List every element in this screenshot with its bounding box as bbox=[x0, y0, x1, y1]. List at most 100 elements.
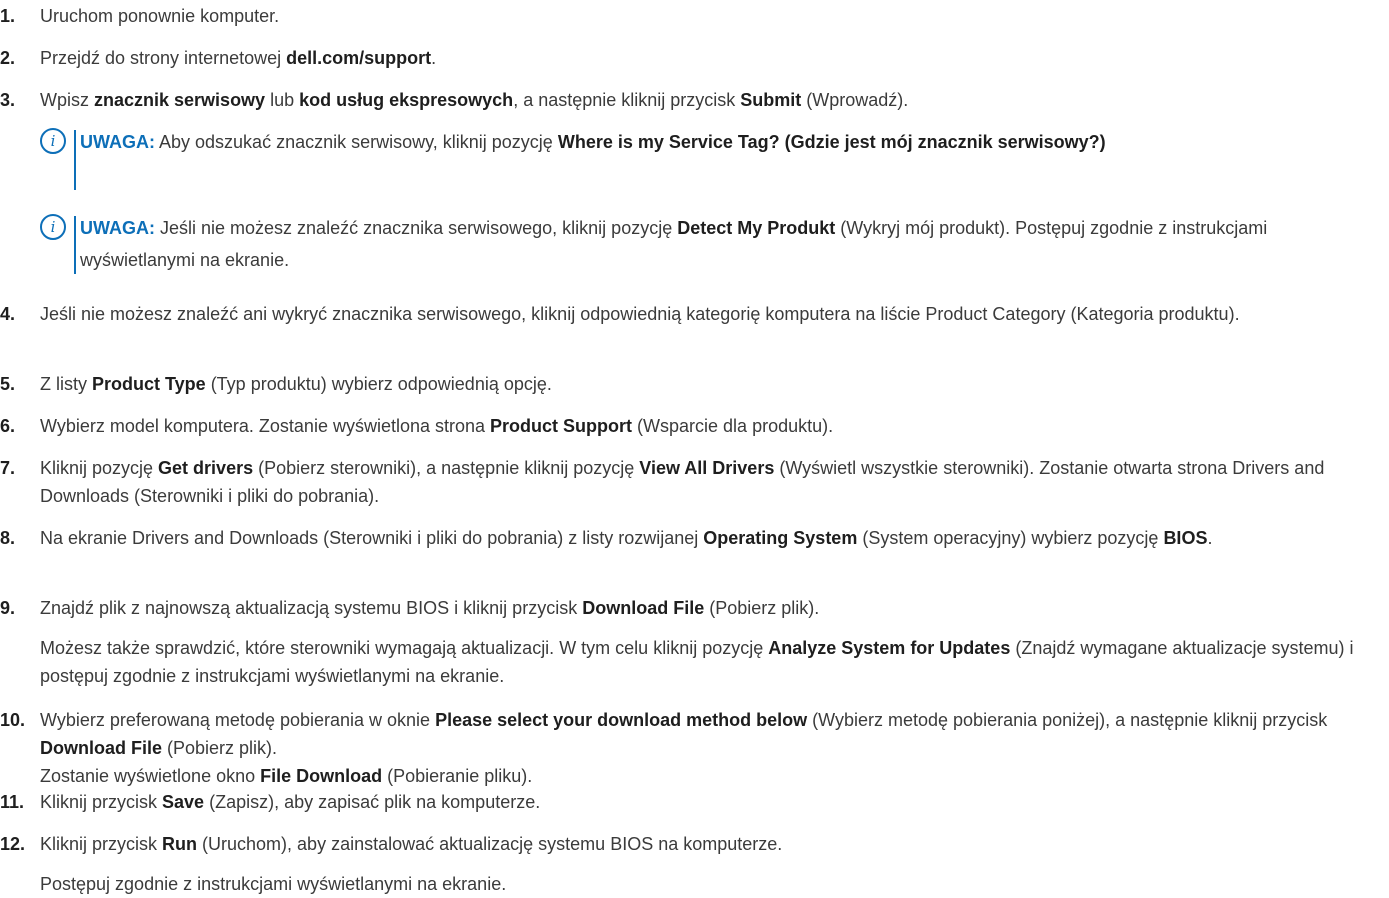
text-run: Kliknij pozycję bbox=[40, 458, 159, 478]
text-run: . bbox=[431, 48, 437, 68]
note-detect-product: i UWAGA: Jeśli nie możesz znaleźć znaczn… bbox=[40, 212, 1380, 276]
text-run: Przejdź do strony internetowej bbox=[40, 48, 287, 68]
text-run: (Wybierz metodę pobierania poniżej), a n… bbox=[807, 710, 1328, 730]
bold-term: Product Type bbox=[92, 374, 206, 394]
bold-term: dell.com/support bbox=[286, 48, 432, 68]
step-3: 3. Wpisz znacznik serwisowy lub kod usłu… bbox=[0, 86, 1389, 114]
text-run: Postępuj zgodnie z instrukcjami wyświetl… bbox=[40, 874, 507, 894]
step-9: 9. Znajdź plik z najnowszą aktualizacją … bbox=[0, 594, 1389, 690]
note-content: Jeśli nie możesz znaleźć znacznika serwi… bbox=[80, 218, 1267, 270]
step-2: 2. Przejdź do strony internetowej dell.c… bbox=[0, 44, 1389, 72]
step-number: 9. bbox=[0, 598, 16, 618]
step-text: Wybierz model komputera. Zostanie wyświe… bbox=[40, 412, 1389, 440]
text-run: Kliknij przycisk bbox=[40, 792, 163, 812]
step-text: Jeśli nie możesz znaleźć ani wykryć znac… bbox=[40, 300, 1389, 328]
step-number: 10. bbox=[0, 710, 26, 730]
step-number: 7. bbox=[0, 458, 16, 478]
note-text: UWAGA: Aby odszukać znacznik serwisowy, … bbox=[80, 126, 1380, 158]
step-text: Przejdź do strony internetowej dell.com/… bbox=[40, 44, 1389, 72]
text-run: Aby odszukać znacznik serwisowy, kliknij… bbox=[155, 132, 558, 152]
bold-term: Product Support bbox=[490, 416, 633, 436]
note-content: Aby odszukać znacznik serwisowy, kliknij… bbox=[155, 132, 1106, 152]
text-run: Kliknij przycisk bbox=[40, 834, 163, 854]
text-run: Jeśli nie możesz znaleźć ani wykryć znac… bbox=[40, 304, 1240, 324]
step-11: 11. Kliknij przycisk Save (Zapisz), aby … bbox=[0, 788, 1389, 816]
step-7: 7. Kliknij pozycję Get drivers (Pobierz … bbox=[0, 454, 1389, 510]
step-4: 4. Jeśli nie możesz znaleźć ani wykryć z… bbox=[0, 300, 1389, 328]
text-run: (Uruchom), aby zainstalować aktualizację… bbox=[197, 834, 783, 854]
step-followup: Zostanie wyświetlone okno File Download … bbox=[40, 762, 1389, 790]
step-8: 8. Na ekranie Drivers and Downloads (Ste… bbox=[0, 524, 1389, 552]
step-1: 1. Uruchom ponownie komputer. bbox=[0, 2, 1389, 30]
note-label: UWAGA: bbox=[80, 132, 155, 152]
bold-term: znacznik serwisowy bbox=[94, 90, 266, 110]
info-icon: i bbox=[40, 214, 66, 240]
bold-term: Download File bbox=[40, 738, 163, 758]
bold-term: Where is my Service Tag? (Gdzie jest mój… bbox=[557, 132, 1106, 152]
bold-term: Please select your download method below bbox=[435, 710, 808, 730]
info-icon: i bbox=[40, 128, 66, 154]
note-text: UWAGA: Jeśli nie możesz znaleźć znacznik… bbox=[80, 212, 1380, 276]
bold-term: Operating System bbox=[703, 528, 858, 548]
text-run: (System operacyjny) wybierz pozycję bbox=[857, 528, 1164, 548]
bold-term: Run bbox=[162, 834, 198, 854]
step-text: Kliknij pozycję Get drivers (Pobierz ste… bbox=[40, 454, 1389, 510]
bold-term: Get drivers bbox=[158, 458, 254, 478]
text-run: Z listy bbox=[40, 374, 92, 394]
bios-update-instructions: 1. Uruchom ponownie komputer. 2. Przejdź… bbox=[0, 0, 1389, 894]
bold-term: View All Drivers bbox=[639, 458, 775, 478]
step-number: 6. bbox=[0, 416, 16, 436]
step-number: 12. bbox=[0, 834, 26, 854]
text-run: , a następnie kliknij przycisk bbox=[513, 90, 741, 110]
step-number: 1. bbox=[0, 6, 16, 26]
text-run: (Typ produktu) wybierz odpowiednią opcję… bbox=[205, 374, 552, 394]
step-number: 3. bbox=[0, 90, 16, 110]
step-followup: Możesz także sprawdzić, które sterowniki… bbox=[40, 634, 1389, 690]
note-service-tag: i UWAGA: Aby odszukać znacznik serwisowy… bbox=[40, 126, 1380, 192]
text-run: (Pobierz sterowniki), a następnie klikni… bbox=[253, 458, 640, 478]
step-text: Kliknij przycisk Run (Uruchom), aby zain… bbox=[40, 830, 1389, 858]
text-run: Jeśli nie możesz znaleźć znacznika serwi… bbox=[155, 218, 678, 238]
text-run: (Pobierz plik). bbox=[704, 598, 820, 618]
step-number: 8. bbox=[0, 528, 16, 548]
step-text: Na ekranie Drivers and Downloads (Sterow… bbox=[40, 524, 1389, 552]
step-10: 10. Wybierz preferowaną metodę pobierani… bbox=[0, 706, 1389, 790]
step-text: Wybierz preferowaną metodę pobierania w … bbox=[40, 706, 1389, 762]
note-bar bbox=[74, 130, 76, 190]
text-run: Możesz także sprawdzić, które sterowniki… bbox=[40, 638, 769, 658]
text-run: Uruchom ponownie komputer. bbox=[40, 6, 280, 26]
step-6: 6. Wybierz model komputera. Zostanie wyś… bbox=[0, 412, 1389, 440]
text-run: Na ekranie Drivers and Downloads (Sterow… bbox=[40, 528, 704, 548]
step-text: Kliknij przycisk Save (Zapisz), aby zapi… bbox=[40, 788, 1389, 816]
bold-term: Download File bbox=[582, 598, 705, 618]
bold-term: Detect My Produkt bbox=[677, 218, 836, 238]
note-label: UWAGA: bbox=[80, 218, 155, 238]
text-run: Wpisz bbox=[40, 90, 94, 110]
step-text: Z listy Product Type (Typ produktu) wybi… bbox=[40, 370, 1389, 398]
step-12: 12. Kliknij przycisk Run (Uruchom), aby … bbox=[0, 830, 1389, 898]
step-text: Uruchom ponownie komputer. bbox=[40, 2, 1389, 30]
bold-term: Analyze System for Updates bbox=[768, 638, 1011, 658]
step-followup: Postępuj zgodnie z instrukcjami wyświetl… bbox=[40, 870, 1389, 898]
text-run: (Wsparcie dla produktu). bbox=[632, 416, 834, 436]
step-number: 2. bbox=[0, 48, 16, 68]
bold-term: Save bbox=[162, 792, 205, 812]
text-run: . bbox=[1207, 528, 1213, 548]
bold-term: kod usług ekspresowych bbox=[299, 90, 514, 110]
text-run: Wybierz preferowaną metodę pobierania w … bbox=[40, 710, 436, 730]
step-number: 4. bbox=[0, 304, 16, 324]
step-number: 5. bbox=[0, 374, 16, 394]
text-run: (Zapisz), aby zapisać plik na komputerze… bbox=[204, 792, 541, 812]
step-text: Wpisz znacznik serwisowy lub kod usług e… bbox=[40, 86, 1389, 114]
text-run: (Pobieranie pliku). bbox=[382, 766, 533, 786]
note-bar bbox=[74, 216, 76, 274]
bold-term: Submit bbox=[740, 90, 802, 110]
bold-term: BIOS bbox=[1163, 528, 1208, 548]
step-text: Znajdź plik z najnowszą aktualizacją sys… bbox=[40, 594, 1389, 622]
bold-term: File Download bbox=[260, 766, 383, 786]
step-number: 11. bbox=[0, 792, 25, 812]
text-run: lub bbox=[265, 90, 300, 110]
text-run: Zostanie wyświetlone okno bbox=[40, 766, 261, 786]
text-run: Wybierz model komputera. Zostanie wyświe… bbox=[40, 416, 491, 436]
step-5: 5. Z listy Product Type (Typ produktu) w… bbox=[0, 370, 1389, 398]
